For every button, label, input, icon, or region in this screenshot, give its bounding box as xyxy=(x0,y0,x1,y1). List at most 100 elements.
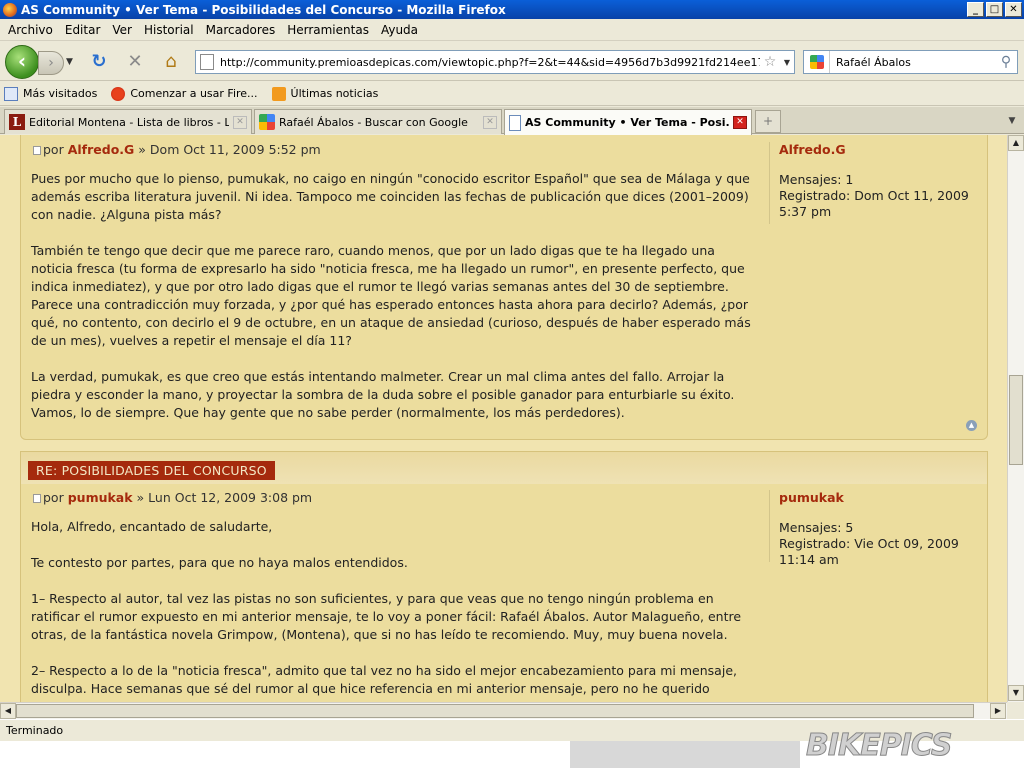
bookmark-mas-visitados[interactable]: Más visitados xyxy=(4,86,98,101)
new-tab-button[interactable]: + xyxy=(755,110,781,133)
bookmark-label: Más visitados xyxy=(23,87,98,100)
menu-ayuda[interactable]: Ayuda xyxy=(375,23,424,37)
post-date: » Dom Oct 11, 2009 5:52 pm xyxy=(138,142,321,157)
menu-marcadores[interactable]: Marcadores xyxy=(200,23,282,37)
tab-label: Editorial Montena - Lista de libros - Le… xyxy=(29,115,229,129)
search-engine-selector[interactable] xyxy=(804,51,830,73)
bookmark-ultimas-noticias[interactable]: Últimas noticias xyxy=(271,86,379,101)
bookmark-comenzar[interactable]: Comenzar a usar Fire... xyxy=(111,86,258,101)
montena-logo-icon: L xyxy=(9,114,25,130)
window-title: AS Community • Ver Tema - Posibilidades … xyxy=(21,2,506,17)
scroll-left-icon[interactable]: ◀ xyxy=(0,703,16,719)
post-paragraph: 2– Respecto a lo de la "noticia fresca",… xyxy=(31,663,737,696)
post-paragraph: Pues por mucho que lo pienso, pumukak, n… xyxy=(31,171,750,222)
menu-ver[interactable]: Ver xyxy=(106,23,138,37)
profile-messages: Mensajes: 5 xyxy=(779,520,854,535)
tab-label: Rafaél Ábalos - Buscar con Google xyxy=(279,115,468,129)
bookmark-label: Comenzar a usar Fire... xyxy=(130,87,258,100)
maximize-button[interactable]: □ xyxy=(986,2,1003,17)
post-by: por xyxy=(43,490,64,505)
tab-as-community[interactable]: AS Community • Ver Tema - Posi... ✕ xyxy=(504,109,752,135)
profile-messages: Mensajes: 1 xyxy=(779,172,854,187)
vertical-scrollbar[interactable]: ▲ ▼ xyxy=(1007,135,1024,702)
tab-google-search[interactable]: Rafaél Ábalos - Buscar con Google ✕ xyxy=(254,109,502,134)
tab-list-icon[interactable]: ▼ xyxy=(1002,110,1022,133)
menu-editar[interactable]: Editar xyxy=(59,23,107,37)
star-icon[interactable]: ☆ xyxy=(760,54,780,70)
tab-editorial-montena[interactable]: L Editorial Montena - Lista de libros - … xyxy=(4,109,252,134)
profile-name-link[interactable]: pumukak xyxy=(779,490,989,506)
status-text: Terminado xyxy=(6,724,64,737)
search-input[interactable]: Rafaél Ábalos xyxy=(830,56,995,69)
url-dropdown-icon[interactable]: ▼ xyxy=(780,58,794,67)
post-paragraph: También te tengo que decir que me parece… xyxy=(31,243,751,348)
magnifier-icon[interactable]: ⚲ xyxy=(995,54,1017,70)
horizontal-scrollbar[interactable]: ◀ ▶ xyxy=(0,702,1007,719)
close-tab-icon[interactable]: ✕ xyxy=(483,115,497,129)
tab-bar: L Editorial Montena - Lista de libros - … xyxy=(0,107,1024,135)
post-author-link[interactable]: pumukak xyxy=(68,490,133,505)
page-content: por Alfredo.G » Dom Oct 11, 2009 5:52 pm… xyxy=(0,135,1007,702)
horizontal-scroll-thumb[interactable] xyxy=(16,704,974,718)
firefox-icon xyxy=(111,86,126,101)
post-author-link[interactable]: Alfredo.G xyxy=(68,142,135,157)
stop-icon[interactable]: ✕ xyxy=(124,51,146,73)
post-title-band: RE: POSIBILIDADES DEL CONCURSO xyxy=(20,451,988,484)
post-title: RE: POSIBILIDADES DEL CONCURSO xyxy=(28,461,275,480)
history-dropdown-icon[interactable]: ▼ xyxy=(66,57,73,67)
scroll-up-icon[interactable]: ▲ xyxy=(1008,135,1024,151)
post-body: Pues por mucho que lo pienso, pumukak, n… xyxy=(31,170,756,440)
menu-historial[interactable]: Historial xyxy=(138,23,200,37)
scroll-corner xyxy=(1007,702,1024,719)
home-icon[interactable]: ⌂ xyxy=(160,51,182,73)
author-profile: pumukak Mensajes: 5 Registrado: Vie Oct … xyxy=(769,490,989,567)
menu-bar: Archivo Editar Ver Historial Marcadores … xyxy=(0,19,1024,41)
post-paragraph: La verdad, pumukak, es que creo que está… xyxy=(31,369,735,420)
post-header: por pumukak » Lun Oct 12, 2009 3:08 pm xyxy=(33,490,312,505)
scroll-down-icon[interactable]: ▼ xyxy=(1008,685,1024,701)
post-date: » Lun Oct 12, 2009 3:08 pm xyxy=(136,490,313,505)
vertical-scroll-thumb[interactable] xyxy=(1009,375,1023,465)
bookmarks-toolbar: Más visitados Comenzar a usar Fire... Úl… xyxy=(0,82,1024,106)
back-icon[interactable]: ‹ xyxy=(5,45,39,79)
profile-registered: Registrado: Vie Oct 09, 2009 11:14 am xyxy=(779,536,959,567)
profile-name-link[interactable]: Alfredo.G xyxy=(779,142,989,158)
forum-post: por Alfredo.G » Dom Oct 11, 2009 5:52 pm… xyxy=(20,135,988,440)
google-icon xyxy=(809,55,824,69)
reload-icon[interactable]: ↻ xyxy=(88,51,110,73)
forum-post: por pumukak » Lun Oct 12, 2009 3:08 pm H… xyxy=(20,484,988,702)
window-titlebar: AS Community • Ver Tema - Posibilidades … xyxy=(0,0,1024,19)
back-to-top-icon[interactable]: ▲ xyxy=(966,420,977,431)
tab-label: AS Community • Ver Tema - Posi... xyxy=(525,116,729,129)
navigation-toolbar: ‹ › ▼ ↻ ✕ ⌂ http://community.premioasdep… xyxy=(0,41,1024,81)
menu-herramientas[interactable]: Herramientas xyxy=(281,23,375,37)
menu-archivo[interactable]: Archivo xyxy=(2,23,59,37)
bookmark-label: Últimas noticias xyxy=(290,87,379,100)
firefox-icon xyxy=(3,2,17,17)
minimize-button[interactable]: _ xyxy=(967,2,984,17)
rss-icon xyxy=(271,86,286,101)
post-paragraph: 1– Respecto al autor, tal vez las pistas… xyxy=(31,591,742,642)
post-header: por Alfredo.G » Dom Oct 11, 2009 5:52 pm xyxy=(33,142,321,157)
bottom-strip-gray xyxy=(570,741,800,768)
close-tab-icon[interactable]: ✕ xyxy=(233,115,247,129)
post-paragraph: Te contesto por partes, para que no haya… xyxy=(31,555,408,570)
bikepics-watermark: BIKEPICS xyxy=(806,728,953,764)
url-bar[interactable]: http://community.premioasdepicas.com/vie… xyxy=(195,50,795,74)
scroll-right-icon[interactable]: ▶ xyxy=(990,703,1006,719)
post-by: por xyxy=(43,142,64,157)
post-icon xyxy=(33,146,41,155)
page-icon xyxy=(509,114,521,131)
profile-registered: Registrado: Dom Oct 11, 2009 5:37 pm xyxy=(779,188,969,219)
forward-icon[interactable]: › xyxy=(38,51,64,75)
post-paragraph: Hola, Alfredo, encantado de saludarte, xyxy=(31,519,273,534)
page-icon xyxy=(4,86,18,101)
post-body: Hola, Alfredo, encantado de saludarte, T… xyxy=(31,518,756,702)
close-window-button[interactable]: ✕ xyxy=(1005,2,1022,17)
google-icon xyxy=(259,114,275,130)
page-icon xyxy=(200,54,214,70)
url-input[interactable]: http://community.premioasdepicas.com/vie… xyxy=(220,56,760,69)
author-profile: Alfredo.G Mensajes: 1 Registrado: Dom Oc… xyxy=(769,142,989,224)
search-bar[interactable]: Rafaél Ábalos ⚲ xyxy=(803,50,1018,74)
close-tab-icon[interactable]: ✕ xyxy=(733,116,747,129)
